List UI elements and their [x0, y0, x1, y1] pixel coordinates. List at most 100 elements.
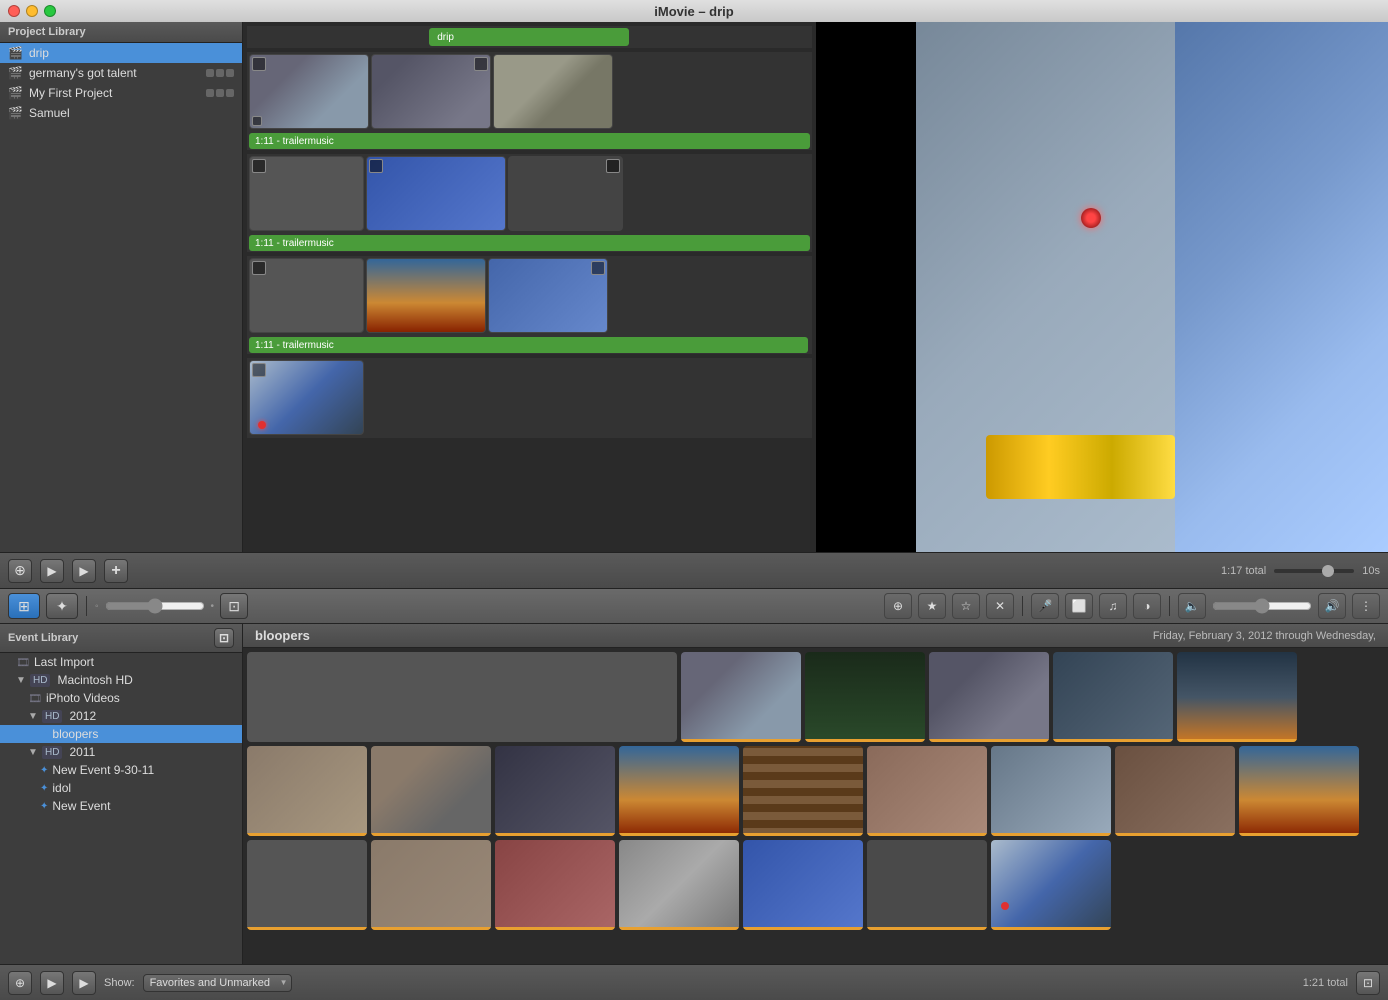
event-clip[interactable] [743, 746, 863, 836]
maximize-button[interactable] [44, 5, 56, 17]
chevron-down-icon: ▼ [28, 747, 38, 758]
event-tree-new-event-9-30-11[interactable]: ✦ New Event 9-30-11 [0, 761, 242, 779]
audio-bar-2: 1:11 - trailermusic [249, 235, 810, 251]
add-clip-button[interactable]: + [104, 559, 128, 583]
titlebar: iMovie – drip [0, 0, 1388, 22]
clip-thumb[interactable] [249, 360, 364, 435]
event-tree-macintosh-hd[interactable]: ▼ HD Macintosh HD [0, 671, 242, 689]
show-select-wrapper[interactable]: Favorites and Unmarked All Clips Favorit… [143, 974, 292, 992]
audio-bar-label: 1:11 - trailermusic [255, 136, 334, 147]
sidebar-item-germanys-got-talent[interactable]: 🎬 germany's got talent [0, 63, 242, 83]
clip-checkbox[interactable] [369, 159, 383, 173]
event-clip[interactable] [1053, 652, 1173, 742]
preview-video [916, 22, 1388, 552]
event-clip[interactable] [867, 840, 987, 930]
sidebar-item-samuel[interactable]: 🎬 Samuel [0, 103, 242, 123]
clip-checkbox[interactable] [252, 261, 266, 275]
import-button[interactable]: ⊕ [8, 559, 32, 583]
play-from-start-button[interactable]: ▶ [40, 559, 64, 583]
event-tree-iphoto-videos[interactable]: 🎞 iPhoto Videos [0, 689, 242, 707]
chevron-down-icon: ▼ [28, 711, 38, 722]
clip-checkbox-right[interactable] [591, 261, 605, 275]
clip-checkbox-right[interactable] [606, 159, 620, 173]
event-clip[interactable] [247, 840, 367, 930]
timeline-clips-3 [247, 256, 812, 336]
clip-checkbox[interactable] [252, 159, 266, 173]
event-tree-bloopers[interactable]: ✦ bloopers [0, 725, 242, 743]
timeline-row-4 [247, 358, 812, 438]
event-clip[interactable] [619, 840, 739, 930]
timeline-zoom-slider[interactable] [1274, 569, 1354, 573]
event-clip[interactable] [805, 652, 925, 742]
event-clip[interactable] [371, 840, 491, 930]
more-options-button[interactable]: ⋮ [1352, 593, 1380, 619]
clip-thumb[interactable] [508, 156, 623, 231]
sidebar-item-drip[interactable]: 🎬 drip [0, 43, 242, 63]
color-button[interactable]: ◑ [1133, 593, 1161, 619]
clip-selection-bar [991, 927, 1111, 930]
clip-thumb[interactable] [366, 258, 486, 333]
audio-button[interactable]: ♫ [1099, 593, 1127, 619]
clip-thumb[interactable] [488, 258, 608, 333]
event-tree-new-event[interactable]: ✦ New Event [0, 797, 242, 815]
microphone-button[interactable]: 🎤 [1031, 593, 1059, 619]
close-button[interactable] [8, 5, 20, 17]
volume-slider[interactable] [1212, 598, 1312, 614]
event-clip[interactable] [991, 746, 1111, 836]
unfavorite-button[interactable]: ☆ [952, 593, 980, 619]
crop-button[interactable]: ⬜ [1065, 593, 1093, 619]
play-event-button[interactable]: ▶ [72, 971, 96, 995]
event-library-action[interactable]: ⊡ [214, 628, 234, 648]
event-clip[interactable] [743, 840, 863, 930]
play-event-from-start-button[interactable]: ▶ [40, 971, 64, 995]
event-clip[interactable] [1239, 746, 1359, 836]
favorite-button[interactable]: ★ [918, 593, 946, 619]
event-clip[interactable] [247, 746, 367, 836]
clip-selection-bar [371, 833, 491, 836]
reject-button[interactable]: ✕ [986, 593, 1014, 619]
clip-checkbox-right[interactable] [474, 57, 488, 71]
thumbnail-size-btn[interactable]: ⊡ [220, 593, 248, 619]
clip-thumb[interactable] [249, 156, 364, 231]
event-tree-last-import[interactable]: 🎞 Last Import [0, 653, 242, 671]
event-tree-idol[interactable]: ✦ idol [0, 779, 242, 797]
event-clip[interactable] [991, 840, 1111, 930]
event-clip-wide[interactable] [247, 652, 677, 742]
separator [86, 596, 87, 616]
play-button[interactable]: ▶ [72, 559, 96, 583]
zoom-slider[interactable] [105, 598, 205, 614]
clip-selection-bar [371, 927, 491, 930]
show-select[interactable]: Favorites and Unmarked All Clips Favorit… [143, 974, 292, 992]
project-timeline-area[interactable]: drip 1:11 - [243, 22, 816, 552]
event-clip[interactable] [867, 746, 987, 836]
event-clip[interactable] [371, 746, 491, 836]
film-icon: 🎬 [8, 106, 23, 120]
clip-thumb[interactable] [366, 156, 506, 231]
event-tree-2012[interactable]: ▼ HD 2012 [0, 707, 242, 725]
edit-toolbar: ⊞ ✦ ◦ • ⊡ ⊕ ★ ☆ ✕ 🎤 ⬜ ♫ ◑ 🔈 🔊 ⋮ [0, 588, 1388, 624]
event-clip[interactable] [1177, 652, 1297, 742]
event-tree-2011[interactable]: ▼ HD 2011 [0, 743, 242, 761]
bottom-toolbar: ⊕ ▶ ▶ Show: Favorites and Unmarked All C… [0, 964, 1388, 1000]
event-clip[interactable] [1115, 746, 1235, 836]
film-icon: 🎬 [8, 66, 23, 80]
event-clip[interactable] [495, 746, 615, 836]
clip-thumb[interactable] [249, 54, 369, 129]
event-clip[interactable] [929, 652, 1049, 742]
wand-button[interactable]: ✦ [46, 593, 78, 619]
event-clip[interactable] [619, 746, 739, 836]
import-event-button[interactable]: ⊕ [8, 971, 32, 995]
clip-thumb[interactable] [371, 54, 491, 129]
event-layout-button[interactable]: ⊡ [1356, 971, 1380, 995]
clip-thumb[interactable] [493, 54, 613, 129]
sidebar-item-my-first-project[interactable]: 🎬 My First Project [0, 83, 242, 103]
clip-thumb[interactable] [249, 258, 364, 333]
select-tool-button[interactable]: ⊕ [884, 593, 912, 619]
clip-checkbox[interactable] [252, 57, 266, 71]
event-clip[interactable] [495, 840, 615, 930]
preview-panel [816, 22, 1388, 552]
event-clip[interactable] [681, 652, 801, 742]
view-mode-button[interactable]: ⊞ [8, 593, 40, 619]
clip-checkbox[interactable] [252, 363, 266, 377]
minimize-button[interactable] [26, 5, 38, 17]
